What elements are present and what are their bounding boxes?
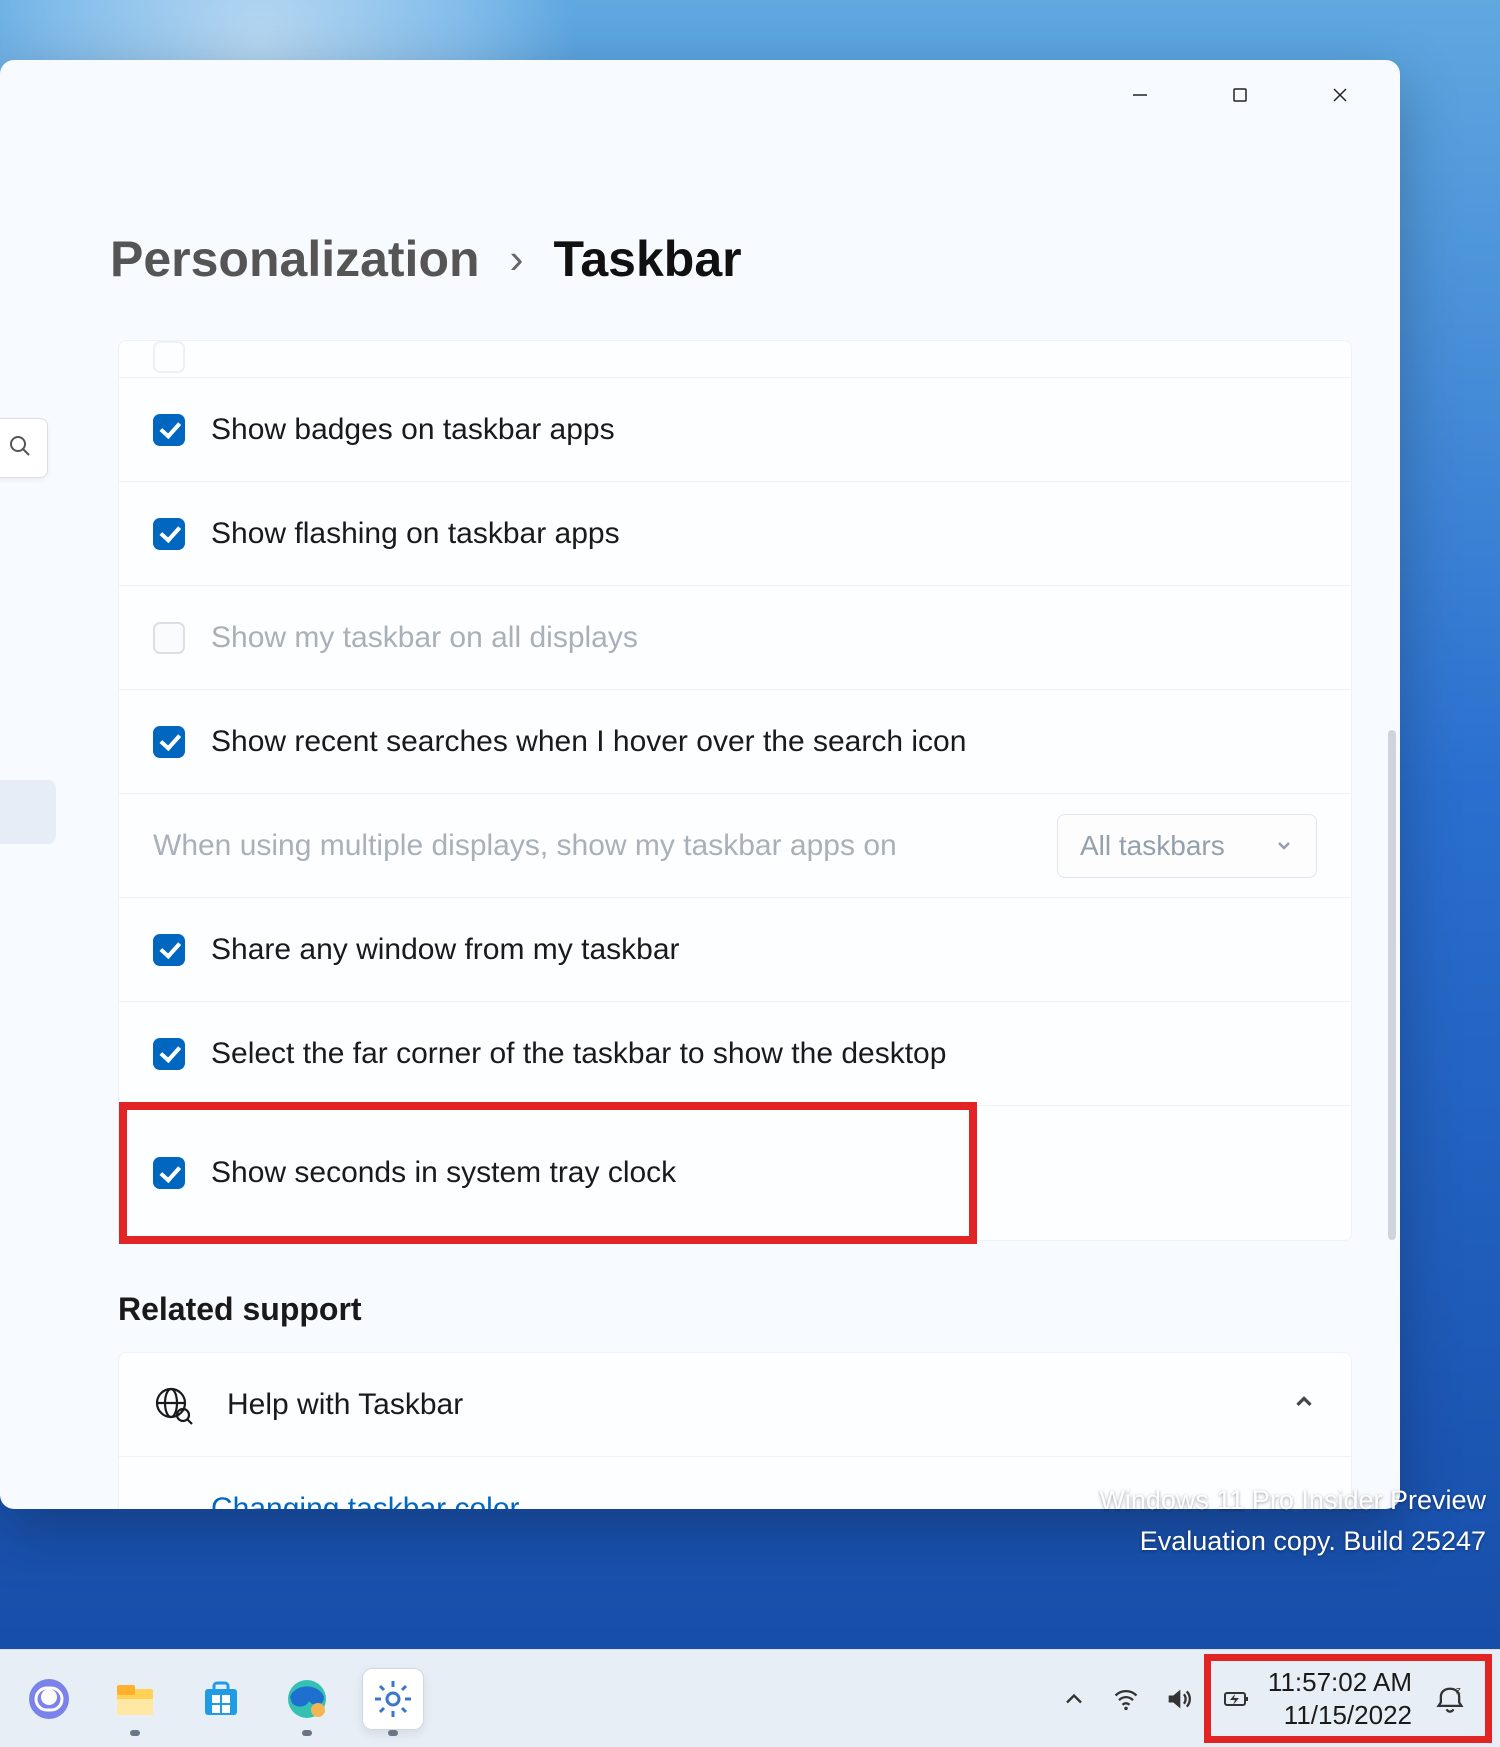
label-flashing: Show flashing on taskbar apps xyxy=(211,517,1317,551)
globe-search-icon xyxy=(153,1385,193,1425)
taskbar-app-file-explorer[interactable] xyxy=(104,1668,166,1730)
clock-time: 11:57:02 AM xyxy=(1268,1666,1412,1699)
search-flyout-button[interactable] xyxy=(0,418,48,478)
taskbar-app-chat[interactable] xyxy=(18,1668,80,1730)
window-titlebar xyxy=(1110,60,1400,130)
taskbar-clock[interactable]: 11:57:02 AM 11/15/2022 xyxy=(1268,1666,1412,1731)
setting-row-partial xyxy=(119,341,1351,378)
battery-icon[interactable] xyxy=(1220,1683,1252,1715)
setting-row-far-corner[interactable]: Select the far corner of the taskbar to … xyxy=(119,1002,1351,1106)
settings-content: Show badges on taskbar apps Show flashin… xyxy=(118,340,1352,1509)
checkbox-show-seconds[interactable] xyxy=(153,1157,185,1189)
notifications-icon[interactable]: z xyxy=(1434,1683,1466,1715)
scrollbar-thumb[interactable] xyxy=(1388,730,1396,1240)
close-button[interactable] xyxy=(1310,71,1370,119)
label-badges: Show badges on taskbar apps xyxy=(211,413,1317,447)
taskbar: 11:57:02 AM 11/15/2022 z xyxy=(0,1649,1500,1747)
watermark-line1: Windows 11 Pro Insider Preview xyxy=(1099,1480,1486,1521)
clock-date: 11/15/2022 xyxy=(1268,1699,1412,1732)
watermark-line2: Evaluation copy. Build 25247 xyxy=(1099,1521,1486,1562)
breadcrumb-current: Taskbar xyxy=(554,230,742,288)
label-recent-search: Show recent searches when I hover over t… xyxy=(211,725,1317,759)
checkbox-all-displays xyxy=(153,622,185,654)
minimize-button[interactable] xyxy=(1110,71,1170,119)
related-support-heading: Related support xyxy=(118,1291,1352,1328)
breadcrumb: Personalization › Taskbar xyxy=(110,230,742,288)
select-multi-display: All taskbars xyxy=(1057,814,1317,878)
checkbox-far-corner[interactable] xyxy=(153,1038,185,1070)
help-item-label: Help with Taskbar xyxy=(227,1388,1257,1422)
taskbar-system-tray: 11:57:02 AM 11/15/2022 z xyxy=(1058,1664,1482,1733)
checkbox-flashing[interactable] xyxy=(153,518,185,550)
nav-panel-stub xyxy=(0,780,56,844)
setting-row-recent-search[interactable]: Show recent searches when I hover over t… xyxy=(119,690,1351,794)
select-value: All taskbars xyxy=(1080,830,1225,862)
checkbox-badges[interactable] xyxy=(153,414,185,446)
search-icon xyxy=(8,434,32,463)
label-show-seconds: Show seconds in system tray clock xyxy=(211,1156,943,1190)
help-with-taskbar-row[interactable]: Help with Taskbar xyxy=(119,1353,1351,1457)
chevron-up-icon xyxy=(1291,1388,1317,1422)
label-all-displays: Show my taskbar on all displays xyxy=(211,621,1317,655)
breadcrumb-parent[interactable]: Personalization xyxy=(110,230,480,288)
setting-row-share-window[interactable]: Share any window from my taskbar xyxy=(119,898,1351,1002)
svg-text:z: z xyxy=(1456,1685,1461,1696)
checkbox-partial xyxy=(153,341,185,373)
taskbar-behaviors-card: Show badges on taskbar apps Show flashin… xyxy=(118,340,1352,1241)
taskbar-pinned-apps xyxy=(18,1668,424,1730)
chevron-down-icon xyxy=(1274,830,1294,862)
taskbar-app-settings[interactable] xyxy=(362,1668,424,1730)
chevron-right-icon: › xyxy=(510,235,524,283)
settings-window: Personalization › Taskbar Show badges on… xyxy=(0,60,1400,1509)
maximize-button[interactable] xyxy=(1210,71,1270,119)
setting-row-all-displays: Show my taskbar on all displays xyxy=(119,586,1351,690)
taskbar-app-edge[interactable] xyxy=(276,1668,338,1730)
taskbar-app-microsoft-store[interactable] xyxy=(190,1668,252,1730)
volume-icon[interactable] xyxy=(1162,1683,1194,1715)
setting-row-badges[interactable]: Show badges on taskbar apps xyxy=(119,378,1351,482)
label-share-window: Share any window from my taskbar xyxy=(211,933,1317,967)
checkbox-share-window[interactable] xyxy=(153,934,185,966)
changing-taskbar-color-link[interactable]: Changing taskbar color xyxy=(211,1492,520,1509)
windows-watermark: Windows 11 Pro Insider Preview Evaluatio… xyxy=(1099,1480,1486,1561)
wifi-icon[interactable] xyxy=(1110,1683,1142,1715)
label-far-corner: Select the far corner of the taskbar to … xyxy=(211,1037,1317,1071)
tray-overflow-button[interactable] xyxy=(1058,1683,1090,1715)
label-multi-display: When using multiple displays, show my ta… xyxy=(153,829,1007,863)
setting-row-show-seconds[interactable]: Show seconds in system tray clock xyxy=(119,1106,1351,1240)
setting-row-multi-display: When using multiple displays, show my ta… xyxy=(119,794,1351,898)
highlight-show-seconds: Show seconds in system tray clock xyxy=(123,1106,973,1240)
clock-highlight: 11:57:02 AM 11/15/2022 z xyxy=(1214,1664,1482,1733)
checkbox-recent-search[interactable] xyxy=(153,726,185,758)
setting-row-flashing[interactable]: Show flashing on taskbar apps xyxy=(119,482,1351,586)
